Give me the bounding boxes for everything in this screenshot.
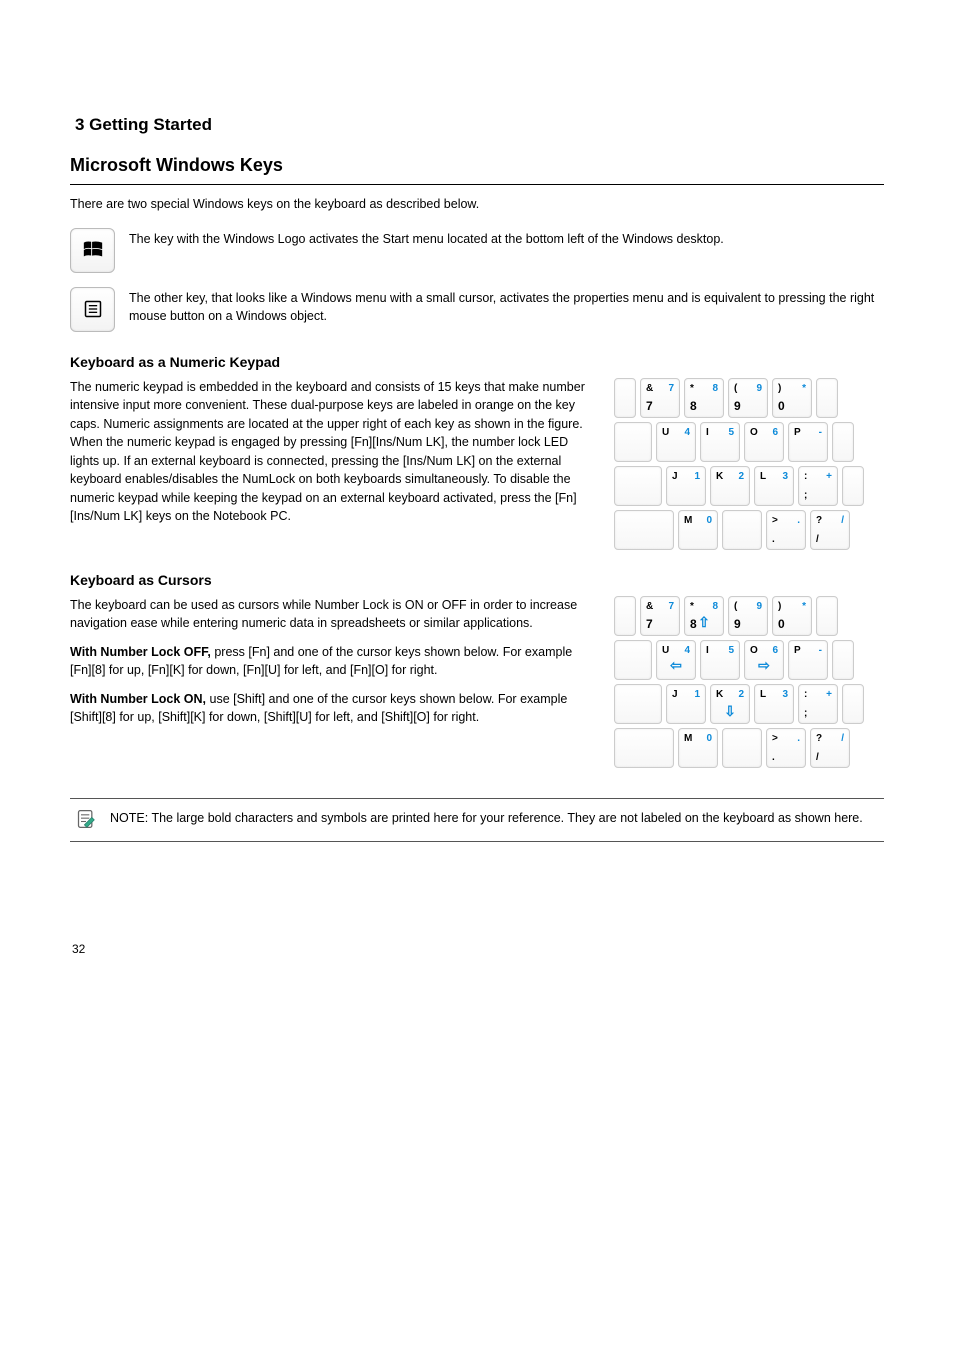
keypad-cursors: & 7 7 * 8 8 ⇧ ( 9 9 (614, 596, 884, 768)
keycap-O: O 6 (744, 422, 784, 462)
keycap-blank (832, 422, 854, 462)
menu-key-description: The other key, that looks like a Windows… (129, 287, 884, 326)
keycap-U-cursor-left: U 4 ⇦ (656, 640, 696, 680)
keycap-L: L 3 (754, 466, 794, 506)
note-text: NOTE: The large bold characters and symb… (110, 809, 863, 828)
keycap-semicolon: : + ; (798, 684, 838, 724)
keycap-P: P - (788, 640, 828, 680)
numeric-keypad-block: The numeric keypad is embedded in the ke… (70, 378, 884, 550)
keycap-7: & 7 7 (640, 596, 680, 636)
keycap-L: L 3 (754, 684, 794, 724)
keycap-blank (614, 466, 662, 506)
numeric-keypad-description: The numeric keypad is embedded in the ke… (70, 378, 590, 526)
cursor-keypad-figure: & 7 7 * 8 8 ⇧ ( 9 9 (614, 596, 884, 768)
keycap-7: & 7 7 (640, 378, 680, 418)
keycap-K-cursor-down: K 2 ⇩ (710, 684, 750, 724)
cursor-intro: The keyboard can be used as cursors whil… (70, 596, 590, 633)
keycap-J: J 1 (666, 466, 706, 506)
keycap-blank (614, 728, 674, 768)
windows-key-description: The key with the Windows Logo activates … (129, 228, 724, 249)
cursor-numlock-on: With Number Lock ON, use [Shift] and one… (70, 690, 590, 727)
keycap-period: > . . (766, 510, 806, 550)
windows-keys-intro: There are two special Windows keys on th… (70, 195, 884, 214)
keycap-blank (614, 684, 662, 724)
page-number: 32 (72, 942, 85, 956)
keycap-slash: ? / / (810, 510, 850, 550)
keycap-0: ) * 0 (772, 596, 812, 636)
keycap-blank (722, 510, 762, 550)
keycap-blank (614, 422, 652, 462)
page-container: 3 Getting Started Microsoft Windows Keys… (0, 0, 954, 996)
keycap-blank (614, 596, 636, 636)
numeric-keypad-figure: & 7 7 * 8 8 ( 9 9 ) (614, 378, 884, 550)
keycap-blank (816, 378, 838, 418)
section-title-windows-keys: Microsoft Windows Keys (70, 155, 884, 185)
keycap-blank (614, 510, 674, 550)
keycap-O-cursor-right: O 6 ⇨ (744, 640, 784, 680)
keycap-semicolon: : + ; (798, 466, 838, 506)
cursor-numlock-off: With Number Lock OFF, press [Fn] and one… (70, 643, 590, 680)
windows-key-row: The key with the Windows Logo activates … (70, 228, 884, 273)
keycap-I: I 5 (700, 422, 740, 462)
note-icon (76, 809, 96, 829)
keycap-blank (842, 466, 864, 506)
keycap-M: M 0 (678, 510, 718, 550)
cursor-keypad-text: The keyboard can be used as cursors whil… (70, 596, 590, 727)
menu-key-icon (70, 287, 115, 332)
keycap-I: I 5 (700, 640, 740, 680)
keycap-period: > . . (766, 728, 806, 768)
keycap-U: U 4 (656, 422, 696, 462)
keycap-0: ) * 0 (772, 378, 812, 418)
keycap-blank (614, 378, 636, 418)
keycap-blank (614, 640, 652, 680)
arrow-up-icon: ⇧ (698, 614, 710, 631)
keycap-blank (816, 596, 838, 636)
keycap-blank (832, 640, 854, 680)
keycap-slash: ? / / (810, 728, 850, 768)
note-block: NOTE: The large bold characters and symb… (70, 798, 884, 842)
windows-flag-icon (82, 239, 104, 261)
keycap-blank (842, 684, 864, 724)
menu-key-row: The other key, that looks like a Windows… (70, 287, 884, 332)
section-title-numeric-keypad: Keyboard as a Numeric Keypad (70, 354, 884, 370)
keycap-M: M 0 (678, 728, 718, 768)
header-running-title: 3 Getting Started (75, 115, 212, 135)
keycap-P: P - (788, 422, 828, 462)
keycap-K: K 2 (710, 466, 750, 506)
windows-logo-key-icon (70, 228, 115, 273)
cursor-keypad-block: The keyboard can be used as cursors whil… (70, 596, 884, 768)
section-title-keyboard-cursors: Keyboard as Cursors (70, 572, 884, 588)
keycap-8: * 8 8 (684, 378, 724, 418)
arrow-left-icon: ⇦ (670, 657, 682, 674)
page-footer: 32 (70, 942, 884, 956)
keycap-J: J 1 (666, 684, 706, 724)
context-menu-icon (83, 299, 103, 319)
arrow-down-icon: ⇩ (724, 703, 736, 720)
arrow-right-icon: ⇨ (758, 657, 770, 674)
keycap-9: ( 9 9 (728, 378, 768, 418)
keycap-blank (722, 728, 762, 768)
keycap-8-cursor-up: * 8 8 ⇧ (684, 596, 724, 636)
keypad-plain: & 7 7 * 8 8 ( 9 9 ) (614, 378, 884, 550)
keycap-9: ( 9 9 (728, 596, 768, 636)
